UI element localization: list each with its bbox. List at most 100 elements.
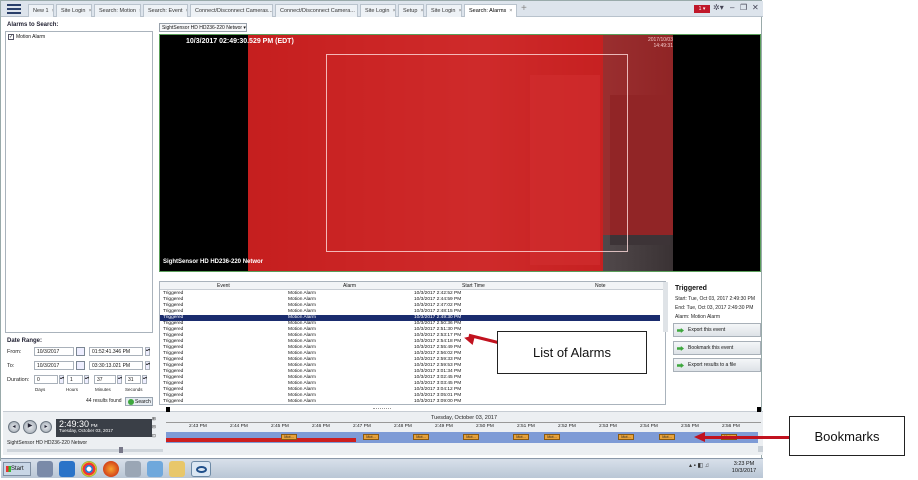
bookmark-marker[interactable]: Mot... xyxy=(281,434,297,440)
settings-icon[interactable]: ✲▾ xyxy=(713,3,724,12)
seconds-spinner[interactable]: ▴▾ xyxy=(142,375,147,384)
bookmark-event-button[interactable]: Bookmark this event xyxy=(673,341,761,355)
to-date-field[interactable]: 10/3/2017 xyxy=(34,361,74,370)
bookmark-marker[interactable]: Mot... xyxy=(544,434,560,440)
days-spinner[interactable]: ▴▾ xyxy=(59,375,64,384)
timeline-date: Tuesday, October 03, 2017 xyxy=(431,415,498,421)
tab-site-login-2[interactable]: Site Login × xyxy=(360,4,396,17)
previous-icon[interactable]: ◂ xyxy=(8,421,20,433)
search-button[interactable]: Search xyxy=(125,397,153,406)
minutes-spinner[interactable]: ▴▾ xyxy=(117,375,122,384)
eye-icon xyxy=(196,466,207,473)
close-icon[interactable]: × xyxy=(139,8,140,14)
tray-clock[interactable]: 3:23 PM 10/3/2017 xyxy=(729,461,759,475)
tab-connect-1[interactable]: Connect/Disconnect Cameras...× xyxy=(190,4,273,17)
close-icon[interactable]: × xyxy=(392,8,395,14)
tray-date: 10/3/2017 xyxy=(731,468,757,474)
play-icon[interactable]: ▶ xyxy=(23,420,37,434)
close-icon[interactable]: × xyxy=(186,8,187,14)
bookmark-marker[interactable]: Mot... xyxy=(463,434,479,440)
notification-badge[interactable]: 1 ▾ xyxy=(694,5,710,13)
alarm-item[interactable]: ✓ Motion Alarm xyxy=(8,34,45,40)
list-scrollbar[interactable] xyxy=(663,282,668,332)
duration-minutes-field[interactable]: 37 xyxy=(94,375,116,384)
restore-icon[interactable]: ❐ xyxy=(740,3,747,12)
to-time-field[interactable]: 03:30:13.021 PM xyxy=(89,361,143,370)
bookmark-marker[interactable]: Mot... xyxy=(618,434,634,440)
firefox-icon[interactable] xyxy=(103,461,119,477)
export-event-button[interactable]: Export this event xyxy=(673,323,761,337)
tab-connect-2[interactable]: Connect/Disconnect Camera...× xyxy=(275,4,358,17)
checkbox-icon[interactable]: ✓ xyxy=(8,34,14,40)
to-time-spinner[interactable]: ▴▾ xyxy=(145,361,150,370)
zoom-out-icon[interactable]: ⊟ xyxy=(152,424,156,430)
tab-label: Search: Motion xyxy=(99,8,136,14)
duration-seconds-field[interactable]: 31 xyxy=(125,375,141,384)
bookmark-marker[interactable]: Mot... xyxy=(363,434,379,440)
network-icon[interactable] xyxy=(147,461,163,477)
start-button[interactable]: Start xyxy=(3,462,31,476)
next-icon[interactable]: ▸ xyxy=(40,421,52,433)
viewer-app-icon[interactable] xyxy=(191,461,211,477)
badge-count: 1 xyxy=(698,6,702,12)
timeline-tick-label: 2:47 PM xyxy=(353,424,371,429)
tab-new-1[interactable]: New 1× xyxy=(28,4,54,17)
zoom-in-icon[interactable]: ⊞ xyxy=(152,416,156,422)
user-icon[interactable] xyxy=(37,461,53,477)
close-icon[interactable]: × xyxy=(420,8,423,14)
tab-label: Search: Event xyxy=(148,8,183,14)
details-end: End: Tue, Oct 03, 2017 2:49:30 PM xyxy=(675,305,754,311)
tab-setup[interactable]: Setup × xyxy=(398,4,424,17)
cell-event: Triggered xyxy=(163,399,184,404)
close-window-icon[interactable]: ✕ xyxy=(752,3,759,12)
from-date-field[interactable]: 10/3/2017 xyxy=(34,347,74,356)
minimize-icon[interactable]: ‒ xyxy=(730,3,734,12)
fit-icon[interactable]: ⊡ xyxy=(152,433,156,439)
timeline-tick-label: 2:46 PM xyxy=(312,424,330,429)
close-icon[interactable]: × xyxy=(509,8,512,14)
tab-site-login[interactable]: Site Login × xyxy=(56,4,92,17)
motion-zone xyxy=(326,54,628,252)
video-view[interactable]: 10/3/2017 02:49:30.529 PM (EDT) 2017/10/… xyxy=(159,34,761,272)
calendar-icon[interactable] xyxy=(76,361,85,370)
calendar-icon[interactable] xyxy=(76,347,85,356)
close-icon[interactable]: × xyxy=(458,8,461,14)
col-alarm[interactable]: Alarm xyxy=(343,283,356,289)
export-results-button[interactable]: Export results to a file xyxy=(673,358,761,372)
tray-icons[interactable]: ▴ ▪ ◧ ♫ xyxy=(689,462,729,472)
range-end-marker[interactable] xyxy=(757,407,761,412)
range-start-marker[interactable] xyxy=(166,407,170,412)
new-tab-icon[interactable]: + xyxy=(521,3,527,14)
hours-spinner[interactable]: ▴▾ xyxy=(84,375,89,384)
timeline-scroll-button[interactable] xyxy=(758,446,763,452)
close-icon[interactable]: × xyxy=(88,8,91,14)
app-icon[interactable] xyxy=(59,461,75,477)
chrome-icon[interactable] xyxy=(81,461,97,477)
folder-icon[interactable] xyxy=(169,461,185,477)
bookmark-marker[interactable]: Mot... xyxy=(513,434,529,440)
camera-select[interactable]: SightSensor HD HD236-220 Networ ▾ xyxy=(159,23,247,32)
volume-slider[interactable] xyxy=(7,449,163,452)
button-label: Export results to a file xyxy=(688,362,737,368)
col-start-time[interactable]: Start Time xyxy=(462,283,485,289)
bookmark-marker[interactable]: Mot... xyxy=(659,434,675,440)
duration-label: Duration: xyxy=(7,377,30,383)
table-row[interactable]: Triggered Motion Alarm 10/3/2017 3:09:00 P… xyxy=(160,399,660,404)
col-note[interactable]: Note xyxy=(595,283,606,289)
from-time-field[interactable]: 01:52:41.346 PM xyxy=(89,347,143,356)
from-time-spinner[interactable]: ▴▾ xyxy=(145,347,150,356)
slider-thumb[interactable] xyxy=(119,447,123,453)
tab-site-login-3[interactable]: Site Login × xyxy=(426,4,462,17)
bookmark-marker[interactable]: Mot... xyxy=(413,434,429,440)
from-label: From: xyxy=(7,349,22,355)
col-event[interactable]: Event xyxy=(217,283,230,289)
start-label: Start xyxy=(11,466,24,472)
tab-search-event[interactable]: Search: Event× xyxy=(143,4,188,17)
menu-icon[interactable] xyxy=(7,4,21,14)
tab-search-motion[interactable]: Search: Motion× xyxy=(94,4,141,17)
close-icon[interactable]: × xyxy=(52,8,53,14)
tab-search-alarms[interactable]: Search: Alarms × xyxy=(464,4,517,17)
duration-hours-field[interactable]: 1 xyxy=(67,375,83,384)
duration-days-field[interactable]: 0 xyxy=(34,375,58,384)
tool-icon[interactable] xyxy=(125,461,141,477)
